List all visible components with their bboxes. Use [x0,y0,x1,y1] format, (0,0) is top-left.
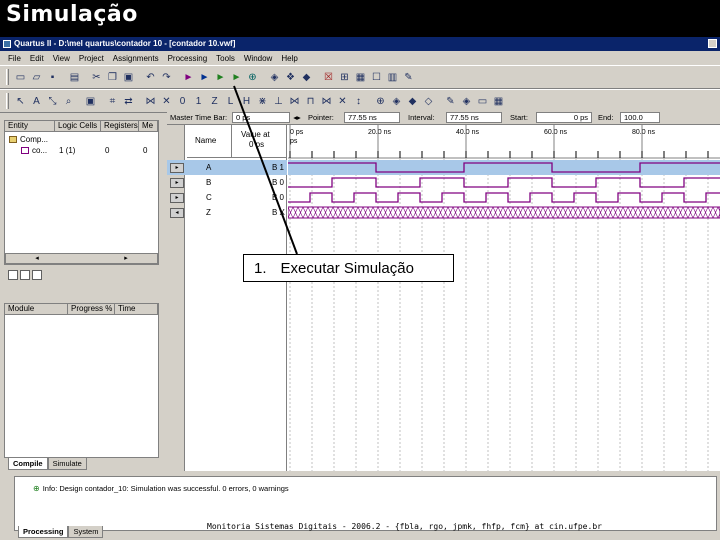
callout-text: Executar Simulação [280,259,414,277]
callout-number: 1. [254,259,267,277]
callout-box: 1. Executar Simulação [243,254,454,282]
footer-text: Monitoria Sistemas Digitais - 2006.2 - {… [207,522,602,531]
